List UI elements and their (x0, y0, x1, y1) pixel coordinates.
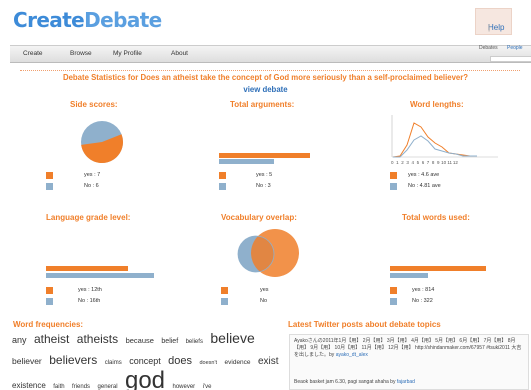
nav-browse[interactable]: Browse (70, 50, 92, 57)
legend-swatch-no (46, 183, 53, 190)
legend-swatch-no (390, 298, 397, 305)
word-cloud-item[interactable]: atheists (77, 332, 118, 346)
view-debate-link[interactable]: view debate (0, 85, 531, 94)
side-scores-pie (81, 121, 123, 163)
search-input[interactable] (490, 56, 531, 62)
nav-my-profile[interactable]: My Profile (113, 50, 142, 57)
word-lengths-title: Word lengths: (410, 100, 464, 109)
side-scores-yes-label: yes : 7 (84, 172, 101, 178)
tweet: Ayakoさんの2011年1月【用】 2月【用】 3月【用】 4月【用】 5月【… (294, 338, 526, 359)
word-cloud-item[interactable]: claims (105, 360, 122, 366)
total-words-bar-no (390, 273, 428, 278)
total-words-no-label: No : 322 (412, 298, 433, 304)
word-cloud-item[interactable]: friends (72, 384, 90, 390)
word-cloud-item[interactable]: believe (210, 330, 254, 346)
help-label[interactable]: Help (488, 23, 504, 32)
nav-about[interactable]: About (171, 50, 188, 57)
logo-part-debate: Debate (84, 8, 162, 32)
language-grade-title: Language grade level: (46, 213, 131, 222)
nav-create[interactable]: Create (23, 50, 43, 57)
word-cloud-item[interactable]: beliefs (186, 339, 203, 345)
word-cloud-item[interactable]: believers (49, 353, 97, 367)
tweet: Beaok basket jam 6.30, pagi sangat ahaha… (294, 379, 526, 386)
word-lengths-tick-labels: 0 1 2 3 4 5 6 7 8 9 101112 (391, 160, 458, 165)
word-cloud: any atheist atheists because belief beli… (12, 330, 282, 390)
word-lengths-chart: 0 1 2 3 4 5 6 7 8 9 101112 (391, 115, 498, 165)
language-grade-bar-no (46, 273, 154, 278)
total-arguments-title: Total arguments: (230, 100, 295, 109)
language-grade-yes-label: yes : 12th (78, 287, 102, 293)
search-tab-debates[interactable]: Debates (479, 45, 498, 51)
legend-swatch-yes (390, 287, 397, 294)
tweet-user-link[interactable]: fajarbad (397, 379, 415, 385)
word-lengths-no-label: No : 4.81 ave (408, 183, 441, 189)
legend-swatch-no (46, 298, 53, 305)
side-scores-no-label: No : 6 (84, 183, 99, 189)
language-grade-no-label: No : 16th (78, 298, 101, 304)
word-cloud-item[interactable]: god (125, 367, 165, 390)
help-separator: | (488, 23, 491, 32)
legend-swatch-no (390, 183, 397, 190)
word-cloud-item[interactable]: i've (203, 384, 212, 390)
word-cloud-item[interactable]: belief (161, 338, 178, 345)
total-words-yes-label: yes : 814 (412, 287, 435, 293)
stats-title: Debate Statistics for Does an atheist ta… (62, 73, 469, 82)
word-cloud-item[interactable]: doesn't (199, 360, 217, 366)
total-words-title: Total words used: (402, 213, 470, 222)
twitter-title: Latest Twitter posts about debate topics (288, 320, 441, 329)
legend-swatch-yes (46, 287, 53, 294)
site-header: CreateDebate Help | (0, 0, 531, 46)
total-arguments-bar-no (219, 159, 274, 164)
total-arguments-bar-yes (219, 153, 310, 158)
word-cloud-item[interactable]: any (12, 335, 27, 345)
legend-swatch-yes (46, 172, 53, 179)
nav-bar: Create Browse My Profile About Debates P… (10, 45, 531, 63)
total-arguments-no-label: No : 3 (256, 183, 271, 189)
vocab-overlap-no-label: No (260, 298, 268, 304)
help-box: Help | (475, 8, 512, 35)
word-cloud-item[interactable]: because (126, 336, 154, 345)
logo-part-create: Create (13, 8, 85, 32)
legend-swatch-yes (219, 172, 226, 179)
tweet-text: Beaok basket jam 6.30, pagi sangat ahaha… (294, 379, 396, 385)
word-cloud-item[interactable]: does (168, 355, 192, 367)
word-cloud-item[interactable]: faith (53, 384, 64, 390)
twitter-feed: Ayakoさんの2011年1月【用】 2月【用】 3月【用】 4月【用】 5月【… (289, 334, 529, 390)
word-lengths-yes-label: yes : 4.6 ave (408, 172, 440, 178)
legend-swatch-no (221, 298, 228, 305)
total-words-bar-yes (390, 266, 486, 271)
legend-swatch-no (219, 183, 226, 190)
vocab-overlap-yes-label: yes (260, 287, 269, 293)
word-cloud-item[interactable]: existence (12, 381, 46, 390)
vocab-overlap-title: Vocabulary overlap: (221, 213, 297, 222)
tweet-text: Ayakoさんの2011年1月【用】 2月【用】 3月【用】 4月【用】 5月【… (294, 338, 522, 358)
side-scores-title: Side scores: (70, 100, 118, 109)
legend-swatch-yes (221, 287, 228, 294)
language-grade-bar-yes (46, 266, 128, 271)
word-cloud-item[interactable]: exist (258, 356, 279, 367)
total-arguments-yes-label: yes : 5 (256, 172, 273, 178)
word-cloud-item[interactable]: general (98, 384, 118, 390)
legend-swatch-yes (390, 172, 397, 179)
tweet-user-link[interactable]: ayako_dt_alex (336, 352, 368, 358)
word-cloud-item[interactable]: believer (12, 356, 42, 366)
word-cloud-item[interactable]: concept (129, 356, 161, 366)
logo[interactable]: CreateDebate (13, 8, 162, 32)
word-cloud-item[interactable]: atheist (34, 332, 69, 346)
vocab-overlap-venn (237, 229, 299, 277)
divider (20, 70, 520, 71)
word-cloud-item[interactable]: evidence (225, 359, 251, 366)
word-cloud-item[interactable]: however (172, 384, 195, 390)
search-tab-people[interactable]: People (507, 45, 523, 51)
word-frequencies-title: Word frequencies: (13, 320, 84, 329)
